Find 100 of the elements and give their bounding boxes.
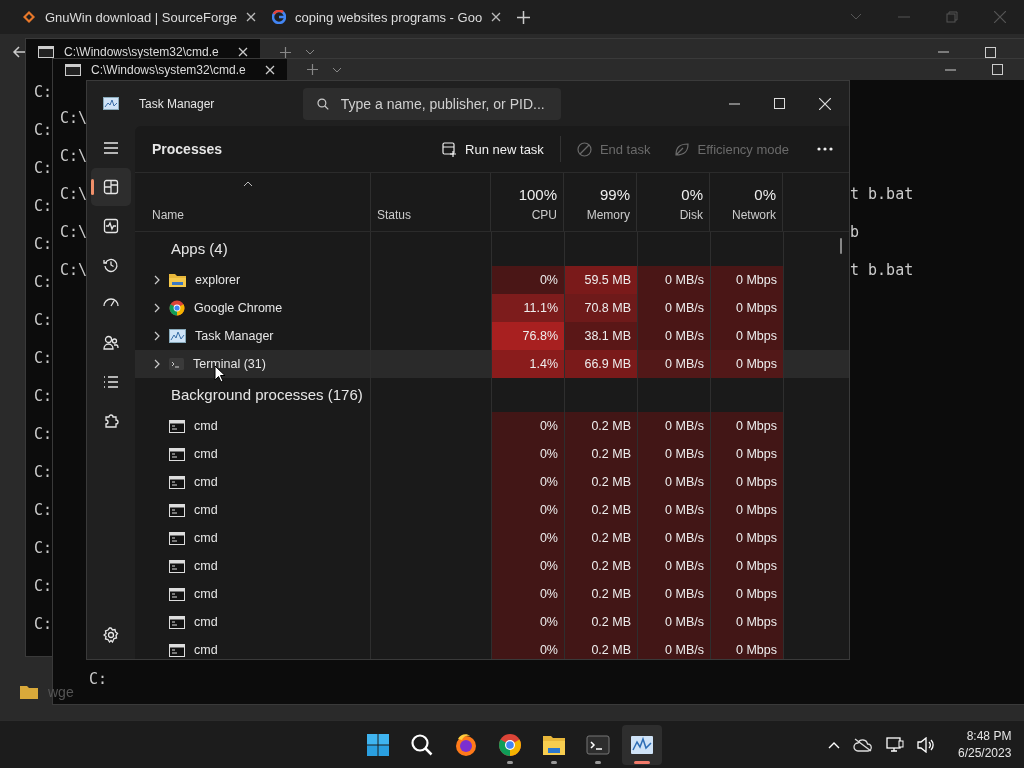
process-row[interactable]: cmd 0% 0.2 MB 0 MB/s 0 Mbps [135,496,849,524]
process-row[interactable]: Terminal (31) 1.4% 66.9 MB 0 MB/s 0 Mbps [135,350,849,378]
metric-cell: 0 MB/s [637,524,710,552]
maximize-icon[interactable] [985,46,996,58]
console-icon [169,531,185,545]
chevron-right-icon[interactable] [154,303,160,313]
metric-cell: 0 Mbps [710,350,783,378]
metric-cell: 0.2 MB [564,440,637,468]
console-line: C: [34,386,53,407]
metric-cell: 0 MB/s [637,608,710,636]
console-line: C: [34,614,53,635]
volume-icon[interactable] [917,737,935,753]
new-task-icon [442,141,458,157]
metric-cell: 0 Mbps [710,524,783,552]
console-icon [169,475,185,489]
monitor-chart-icon [630,733,654,757]
process-row[interactable]: cmd 0% 0.2 MB 0 MB/s 0 Mbps [135,412,849,440]
process-name: cmd [194,643,218,657]
pulse-chart-icon [103,218,119,234]
column-header[interactable]: Network [732,208,776,222]
leaf-icon [674,141,690,157]
metric-cell: 0 MB/s [637,350,710,378]
flame-logo-icon [454,733,478,757]
console-line: C:\ [60,223,88,241]
metric-cell: 0 MB/s [637,412,710,440]
process-name: Terminal (31) [193,357,266,371]
clock-time[interactable]: 8:48 PM [966,728,1012,745]
process-row[interactable]: Google Chrome 11.1% 70.8 MB 0 MB/s 0 Mbps [135,294,849,322]
folder-icon[interactable] [20,685,38,699]
metric-cell: 1.4% [491,350,564,378]
console-icon [169,503,185,517]
metric-cell: 0 MB/s [637,468,710,496]
metric-cell: 0 Mbps [710,266,783,294]
chevron-down-icon[interactable] [305,49,315,55]
browser-tab[interactable]: GnuWin download | SourceForge [14,9,264,25]
chevron-down-icon[interactable] [332,66,342,73]
chevron-up-icon[interactable] [828,741,840,749]
metric-cell: 0.2 MB [564,412,637,440]
console-line: C: [34,158,53,179]
nav-item[interactable] [91,168,131,206]
metric-cell: 0 MB/s [637,552,710,580]
back-arrow-icon[interactable] [12,46,26,58]
metric-cell: 0 MB/s [637,636,710,659]
sort-caret-icon[interactable] [243,181,253,187]
process-name: cmd [194,419,218,433]
console-line: C: [34,424,53,445]
process-row[interactable]: cmd 0% 0.2 MB 0 MB/s 0 Mbps [135,468,849,496]
process-row[interactable]: cmd 0% 0.2 MB 0 MB/s 0 Mbps [135,552,849,580]
metric-cell: 0% [491,266,564,294]
toolbar-button[interactable]: Run new task [434,135,552,163]
scroll-thumb[interactable] [840,238,842,254]
chevron-right-icon[interactable] [154,275,160,285]
console-line: C:\ [60,147,88,165]
four-squares-logo-icon [366,733,390,757]
browser-tab[interactable]: coping websites programs - Goo [264,9,510,25]
column-header[interactable]: CPU [531,208,557,222]
chevron-right-icon[interactable] [154,331,160,341]
taskbar-button[interactable] [622,725,662,765]
search-icon [410,733,434,757]
process-row[interactable]: cmd 0% 0.2 MB 0 MB/s 0 Mbps [135,608,849,636]
maximize-icon[interactable] [992,64,1003,75]
clock-date[interactable]: 6/25/2023 [958,745,1012,762]
close-icon[interactable] [491,12,502,22]
column-header[interactable]: Memory [586,208,630,222]
console-tab[interactable]: C:\Windows\system32\cmd.e [53,59,287,80]
metric-cell: 0% [491,496,564,524]
column-header[interactable]: Disk [679,208,703,222]
process-row[interactable]: explorer 0% 59.5 MB 0 MB/s 0 Mbps [135,266,849,294]
column-total: 0% [681,186,703,203]
process-row[interactable]: cmd 0% 0.2 MB 0 MB/s 0 Mbps [135,580,849,608]
more-options-icon[interactable] [817,147,833,151]
maximize-icon[interactable] [774,98,785,109]
metric-cell: 0 Mbps [710,580,783,608]
users-icon [103,335,119,351]
process-row[interactable]: cmd 0% 0.2 MB 0 MB/s 0 Mbps [135,636,849,659]
metric-cell: 0 Mbps [710,608,783,636]
network-icon[interactable] [886,737,904,753]
column-header[interactable]: Status [377,208,490,222]
column-header[interactable]: Name [152,208,370,222]
metric-cell: 0.2 MB [564,468,637,496]
console-line: C: [89,670,108,688]
metric-cell: 38.1 MB [564,322,637,350]
cloud-off-icon[interactable] [853,738,873,752]
process-row[interactable]: cmd 0% 0.2 MB 0 MB/s 0 Mbps [135,440,849,468]
column-total: 100% [518,186,557,203]
terminal-icon [586,733,610,757]
metric-cell: 0 Mbps [710,552,783,580]
process-row[interactable]: Task Manager 76.8% 38.1 MB 0 MB/s 0 Mbps [135,322,849,350]
console-line: C:\ [60,185,88,203]
list-icon [103,374,119,390]
process-row[interactable]: cmd 0% 0.2 MB 0 MB/s 0 Mbps [135,524,849,552]
metric-cell: 0% [491,552,564,580]
metric-cell: 0.2 MB [564,552,637,580]
search-field[interactable]: Type a name, publisher, or PID... [303,87,561,120]
metric-cell: 0 MB/s [637,496,710,524]
process-name: cmd [194,531,218,545]
new-tab-icon[interactable] [517,10,531,24]
chevron-right-icon[interactable] [154,359,160,369]
close-icon[interactable] [246,12,256,22]
metric-cell: 0.2 MB [564,524,637,552]
